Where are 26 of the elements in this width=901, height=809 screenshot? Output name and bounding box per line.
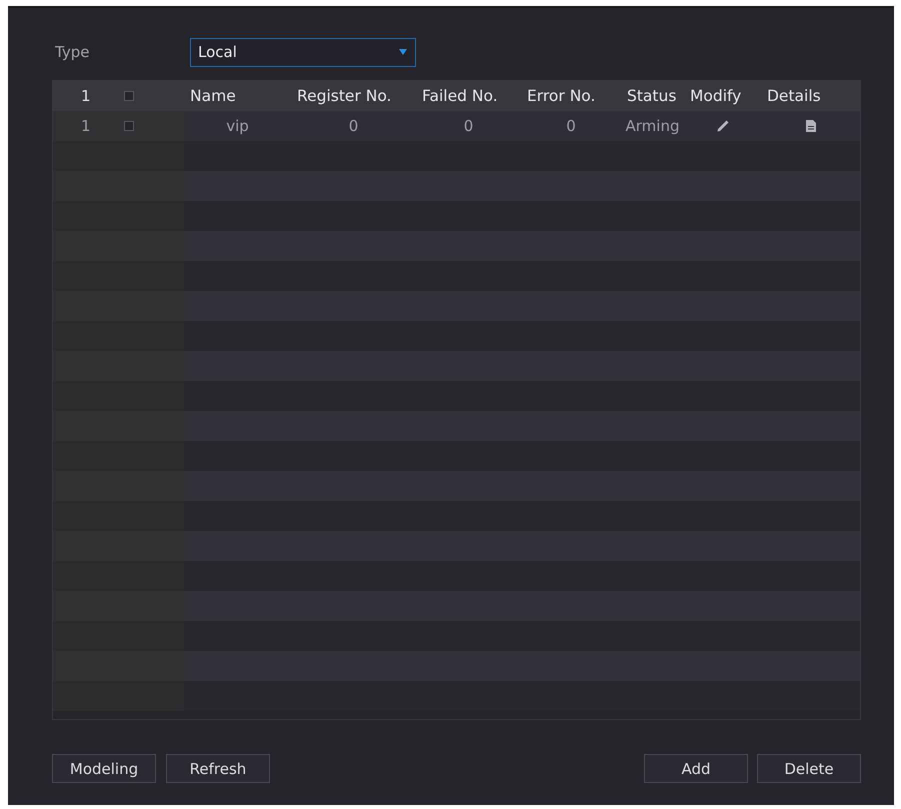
edit-icon[interactable] <box>716 120 728 132</box>
column-header: Failed No. <box>421 87 498 105</box>
header-index: 1 <box>80 87 92 105</box>
action-button[interactable]: Delete <box>757 754 861 783</box>
select-all-checkbox[interactable] <box>124 91 134 101</box>
action-button[interactable]: Refresh <box>166 754 270 783</box>
column-header: Error No. <box>526 87 596 105</box>
table-cell: 0 <box>464 117 474 135</box>
type-dropdown[interactable]: Local <box>190 38 416 66</box>
action-button[interactable]: Add <box>644 754 748 783</box>
column-header: Register No. <box>296 87 392 105</box>
column-header: Status <box>626 87 676 105</box>
column-header: Details <box>766 87 821 105</box>
type-label: Type <box>54 43 90 61</box>
column-header: Name <box>189 87 236 105</box>
table-cell: vip <box>226 117 249 135</box>
row-checkbox[interactable] <box>124 121 134 131</box>
action-button[interactable]: Modeling <box>52 754 156 783</box>
column-header: Modify <box>689 87 742 105</box>
table-cell: 0 <box>566 117 576 135</box>
document-icon[interactable] <box>806 120 816 132</box>
table-cell: 0 <box>348 117 358 135</box>
table-cell: Arming <box>626 117 680 135</box>
table-row[interactable]: 1 vip 0 0 0 Arming <box>53 111 860 141</box>
dropdown-caret-icon <box>399 49 407 55</box>
row-index: 1 <box>80 117 92 135</box>
